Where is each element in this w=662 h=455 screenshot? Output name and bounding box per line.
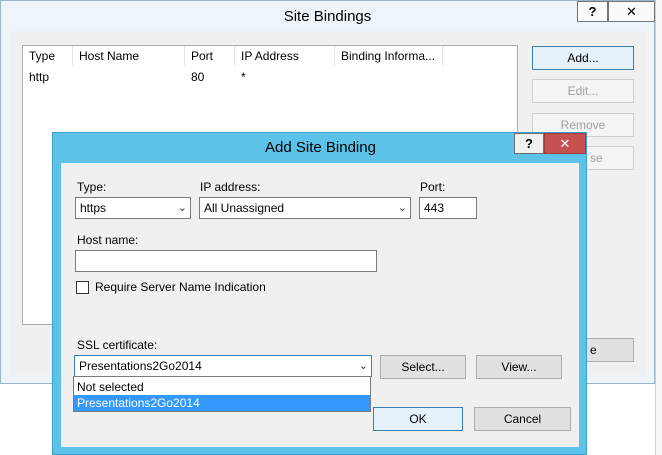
dropdown-option-not-selected[interactable]: Not selected [74,379,370,395]
help-icon: ? [588,4,597,19]
ip-address-value: All Unassigned [204,201,285,215]
close-icon: ✕ [626,4,637,19]
dialog-help-button[interactable]: ? [514,133,544,154]
ssl-certificate-label: SSL certificate: [77,338,158,352]
help-icon: ? [525,136,533,151]
cancel-button[interactable]: Cancel [474,407,571,431]
ok-button[interactable]: OK [373,407,463,431]
cell-ip-address: * [241,70,246,84]
type-select[interactable]: https ⌄ [75,197,191,219]
chevron-down-icon: ⌄ [397,202,407,214]
view-certificate-button[interactable]: View... [476,355,562,379]
select-certificate-button[interactable]: Select... [380,355,466,379]
type-label: Type: [77,180,107,194]
column-header-binding-information[interactable]: Binding Informa... [335,46,443,66]
sni-label: Require Server Name Indication [95,280,266,294]
cell-port: 80 [191,70,205,84]
edit-button[interactable]: Edit... [532,79,634,103]
help-button[interactable]: ? [577,1,608,22]
dialog-close-button[interactable]: ✕ [544,133,586,154]
sni-checkbox[interactable] [76,281,89,294]
chevron-down-icon: ⌄ [358,360,368,372]
ssl-certificate-select[interactable]: Presentations2Go2014 ⌄ [74,355,372,377]
ip-address-select[interactable]: All Unassigned ⌄ [199,197,411,219]
ip-address-label: IP address: [200,180,261,194]
dropdown-option-presentations2go2014[interactable]: Presentations2Go2014 [74,395,370,411]
close-icon: ✕ [559,136,571,151]
column-header-port[interactable]: Port [185,46,235,66]
host-name-label: Host name: [77,233,139,247]
host-name-input[interactable] [75,250,377,272]
ssl-certificate-dropdown-list[interactable]: Not selected Presentations2Go2014 [73,376,371,412]
add-site-binding-title: Add Site Binding [265,139,376,156]
cell-type: http [29,70,50,84]
column-header-ip-address[interactable]: IP Address [235,46,335,66]
add-button[interactable]: Add... [532,46,634,70]
port-input[interactable]: 443 [419,197,477,219]
chevron-down-icon: ⌄ [177,202,187,214]
port-label: Port: [420,180,446,194]
column-header-type[interactable]: Type [23,46,73,66]
site-bindings-title: Site Bindings [283,8,372,25]
column-header-host-name[interactable]: Host Name [73,46,185,66]
type-value: https [80,201,107,215]
close-button[interactable]: ✕ [608,1,655,22]
ssl-certificate-value: Presentations2Go2014 [79,359,202,373]
background-window-edge [655,0,662,455]
